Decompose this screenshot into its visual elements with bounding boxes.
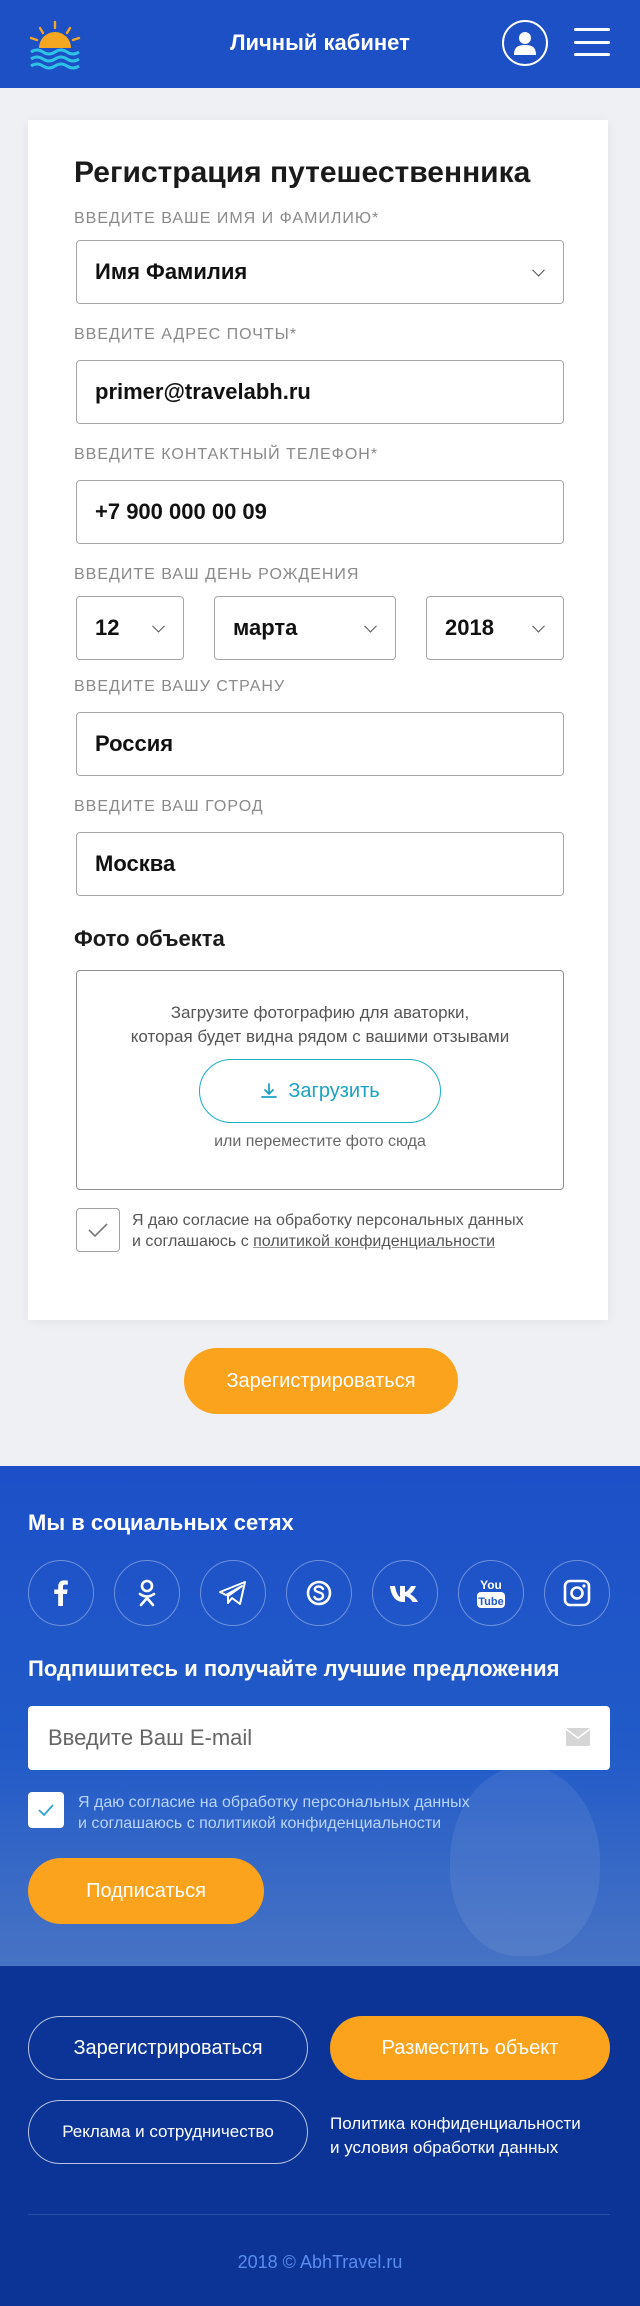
country-value: Россия — [95, 731, 174, 756]
footer-register-button[interactable]: Зарегистрироваться — [28, 2016, 308, 2080]
consent-text: Я даю согласие на обработку персональных… — [132, 1210, 524, 1252]
svg-text:You: You — [480, 1578, 502, 1592]
phone-label: Введите контактный телефон* — [74, 446, 379, 463]
month-value: марта — [233, 615, 298, 640]
phone-field[interactable]: +7 900 000 00 09 — [76, 480, 564, 544]
footer: Зарегистрироваться Разместить объект Рек… — [0, 1966, 640, 2306]
chevron-down-icon — [152, 619, 165, 633]
year-select[interactable]: 2018 — [426, 596, 564, 660]
upload-text-line2: которая будет видна рядом с вашими отзыв… — [130, 1027, 510, 1046]
upload-text: Загрузите фотографию для аватoрки, котор… — [77, 1001, 563, 1049]
year-value: 2018 — [445, 615, 494, 640]
country-label: Введите вашу страну — [74, 678, 286, 695]
subscribe-consent-line2: и соглашаюсь с политикой конфиденциально… — [78, 1815, 442, 1832]
policy-line1: Политика конфиденциальности — [330, 2114, 581, 2133]
upload-button[interactable]: Загрузить — [199, 1059, 441, 1123]
registration-card: Регистрация путешественника Введите ваше… — [28, 120, 608, 1320]
instagram-icon[interactable] — [544, 1560, 610, 1626]
form-title: Регистрация путешественника — [74, 156, 531, 189]
header: Личный кабинет — [0, 0, 640, 88]
photo-dropzone[interactable]: Загрузите фотографию для аватoрки, котор… — [76, 970, 564, 1190]
social-icons: You Tube — [28, 1560, 610, 1626]
consent-line2: и соглашаюсь с политикой конфиденциально… — [132, 1231, 524, 1252]
country-field[interactable]: Россия — [76, 712, 564, 776]
upload-text-line1: Загрузите фотографию для аватoрки, — [170, 1003, 470, 1022]
checkmark-icon — [88, 1223, 108, 1238]
upload-hint: или переместите фото сюда — [214, 1133, 426, 1150]
email-field[interactable]: primer@travelabh.ru — [76, 360, 564, 424]
hamburger-icon[interactable] — [574, 28, 610, 56]
birthday-label: Введите ваш день рождения — [74, 566, 360, 583]
name-label: Введите ваше имя и фамилию* — [74, 210, 380, 227]
consent-checkbox[interactable] — [76, 1208, 120, 1252]
profile-button[interactable] — [502, 20, 548, 66]
privacy-policy-link[interactable]: политикой конфиденциальности — [253, 1233, 495, 1250]
city-value: Москва — [95, 851, 176, 876]
skype-icon[interactable] — [286, 1560, 352, 1626]
social-section: Мы в социальных сетях You Tube Подпишите — [0, 1466, 640, 1966]
copyright: 2018 © AbhTravel.ru — [237, 2252, 403, 2272]
subscribe-button[interactable]: Подписаться — [28, 1858, 264, 1924]
consent-row: Я даю согласие на обработку персональных… — [76, 1208, 576, 1258]
subscribe-consent-checkbox[interactable] — [28, 1792, 64, 1828]
place-object-button[interactable]: Разместить объект — [330, 2016, 610, 2080]
social-title: Мы в социальных сетях — [28, 1510, 294, 1535]
day-select[interactable]: 12 — [76, 596, 184, 660]
city-field[interactable]: Москва — [76, 832, 564, 896]
subscribe-consent-text: Я даю согласие на обработку персональных… — [78, 1792, 470, 1834]
upload-button-label: Загрузить — [288, 1079, 380, 1102]
privacy-policy-footer-link[interactable]: Политика конфиденциальности и условия об… — [330, 2112, 581, 2160]
checkmark-icon — [38, 1804, 54, 1817]
phone-value: +7 900 000 00 09 — [95, 499, 267, 524]
consent-line1: Я даю согласие на обработку персональных… — [132, 1212, 524, 1229]
footer-divider — [28, 2214, 610, 2215]
subscribe-email-input[interactable]: Введите Ваш E-mail — [28, 1706, 610, 1770]
chevron-down-icon — [364, 619, 377, 633]
svg-text:Tube: Tube — [478, 1596, 503, 1608]
photo-title: Фото объекта — [74, 926, 225, 951]
day-value: 12 — [95, 615, 120, 640]
email-value: primer@travelabh.ru — [95, 379, 311, 404]
city-label: Введите ваш город — [74, 798, 264, 815]
register-button[interactable]: Зарегистрироваться — [184, 1348, 458, 1414]
policy-line2: и условия обработки данных — [330, 2138, 559, 2157]
vk-icon[interactable] — [372, 1560, 438, 1626]
subscribe-consent-line1: Я даю согласие на обработку персональных… — [78, 1794, 470, 1811]
chevron-down-icon — [532, 263, 545, 277]
facebook-icon[interactable] — [28, 1560, 94, 1626]
subscribe-consent-row: Я даю согласие на обработку персональных… — [28, 1790, 588, 1840]
name-value: Имя Фамилия — [95, 259, 248, 284]
name-select[interactable]: Имя Фамилия — [76, 240, 564, 304]
email-label: Введите адрес почты* — [74, 326, 298, 343]
month-select[interactable]: марта — [214, 596, 396, 660]
download-icon — [261, 1083, 278, 1098]
subscribe-title: Подпишитесь и получайте лучшие предложен… — [28, 1656, 560, 1681]
chevron-down-icon — [532, 619, 545, 633]
mail-icon — [566, 1728, 590, 1746]
consent-prefix: и соглашаюсь с — [132, 1233, 254, 1250]
youtube-icon[interactable]: You Tube — [458, 1560, 524, 1626]
email-placeholder: Введите Ваш E-mail — [48, 1725, 253, 1750]
ads-cooperation-button[interactable]: Реклама и сотрудничество — [28, 2100, 308, 2164]
user-icon — [514, 32, 536, 55]
odnoklassniki-icon[interactable] — [114, 1560, 180, 1626]
telegram-icon[interactable] — [200, 1560, 266, 1626]
